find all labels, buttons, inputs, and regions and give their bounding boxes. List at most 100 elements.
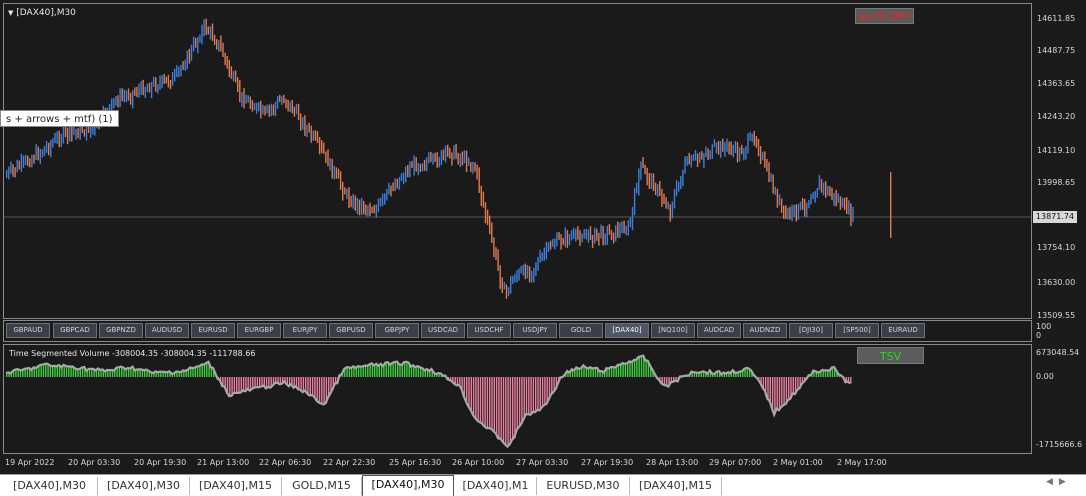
candle: [461, 151, 464, 166]
tsv-bar: [783, 377, 785, 406]
candle: [518, 268, 520, 281]
candle: [203, 19, 205, 37]
symbol-button[interactable]: GOLD: [559, 323, 603, 338]
candle: [167, 74, 170, 88]
symbol-button[interactable]: EURAUD: [881, 323, 925, 338]
chart-tab[interactable]: [DAX40],M30: [2, 477, 98, 495]
tsv-bar: [620, 364, 622, 377]
candle: [121, 88, 123, 102]
symbol-button[interactable]: [DAX40]: [605, 323, 649, 338]
symbol-button[interactable]: USDCAD: [421, 323, 465, 338]
candle: [352, 193, 354, 209]
price-chart-pane[interactable]: [3, 3, 1032, 319]
tsv-button[interactable]: TSV: [857, 347, 924, 364]
tsv-bar: [459, 377, 461, 385]
candle: [455, 144, 457, 159]
chart-tab[interactable]: [DAX40],M15: [190, 477, 282, 495]
symbol-button[interactable]: [DJI30]: [789, 323, 833, 338]
candle: [115, 96, 117, 106]
candle: [419, 163, 422, 173]
arrow-right-icon[interactable]: ▶: [1059, 477, 1072, 487]
tsv-bar: [118, 367, 121, 377]
candle: [31, 154, 33, 168]
candle: [831, 187, 833, 201]
tsv-bar: [500, 377, 502, 439]
chart-tab[interactable]: GOLD,M15: [282, 477, 362, 495]
candlestick-chart[interactable]: [4, 4, 1031, 318]
tsv-bar: [81, 367, 84, 377]
arrow-left-icon[interactable]: ◀: [1046, 477, 1059, 487]
symbol-button[interactable]: [NQ100]: [651, 323, 695, 338]
symbol-button[interactable]: AUDCAD: [697, 323, 741, 338]
symbol-button[interactable]: AUDNZD: [743, 323, 787, 338]
candle: [491, 222, 493, 243]
candle: [276, 96, 279, 109]
tsv-bar: [196, 366, 199, 377]
candle: [732, 144, 734, 158]
symbol-button[interactable]: GBPNZD: [99, 323, 143, 338]
symbol-button[interactable]: AUDUSD: [145, 323, 189, 338]
candle: [709, 150, 711, 160]
tsv-bar: [415, 367, 417, 377]
chart-title-text: [DAX40],M30: [16, 8, 76, 18]
tsv-bar: [406, 361, 408, 377]
candle: [119, 88, 121, 108]
tsv-bar: [316, 377, 318, 401]
candle: [373, 204, 375, 214]
candle: [770, 173, 772, 182]
candle: [684, 156, 686, 174]
candle: [474, 162, 476, 172]
chart-tab[interactable]: [DAX40],M15: [630, 477, 722, 495]
candle: [694, 150, 697, 161]
candle: [20, 153, 23, 172]
tsv-bar: [788, 377, 790, 400]
candle: [127, 88, 130, 101]
tsv-bar: [528, 377, 530, 415]
candle: [692, 154, 695, 161]
candle: [283, 94, 285, 104]
candle: [163, 74, 165, 84]
chart-tab[interactable]: [DAX40],M30: [362, 475, 454, 496]
symbol-button[interactable]: [SP500]: [835, 323, 879, 338]
candle: [249, 96, 251, 109]
candle: [62, 126, 65, 144]
candle: [358, 199, 361, 216]
symbol-button[interactable]: EURJPY: [283, 323, 327, 338]
tsv-bar: [52, 366, 54, 377]
candle: [394, 178, 396, 192]
symbol-button[interactable]: EURUSD: [191, 323, 235, 338]
tsv-bar: [636, 359, 638, 377]
symbol-button[interactable]: EURGBP: [237, 323, 281, 338]
tsv-bar: [539, 377, 541, 411]
candle: [308, 122, 310, 133]
symbol-button[interactable]: GBPAUD: [6, 323, 50, 338]
candle: [302, 117, 304, 130]
candle: [195, 37, 197, 48]
candle: [581, 233, 583, 243]
candle: [837, 193, 839, 203]
candle: [793, 204, 795, 218]
tab-nav: ◀▶: [1046, 477, 1072, 487]
candle: [155, 77, 157, 92]
tsv-bar: [535, 377, 537, 413]
candle: [430, 151, 432, 162]
tsv-bar: [472, 377, 475, 415]
tsv-bar: [468, 377, 470, 407]
chart-tab[interactable]: [DAX40],M30: [98, 477, 190, 495]
chart-tab[interactable]: EURUSD,M30: [537, 477, 630, 495]
candle: [35, 144, 37, 160]
symbol-button[interactable]: GBPCAD: [53, 323, 97, 338]
symbol-button[interactable]: GBPJPY: [375, 323, 419, 338]
symbol-button[interactable]: GBPUSD: [329, 323, 373, 338]
tsv-bar: [127, 368, 130, 377]
xu-hl-toggle-button[interactable]: xu hl OFF: [855, 8, 914, 24]
triangle-down-icon[interactable]: ▼: [8, 9, 13, 17]
candle: [10, 161, 12, 174]
candle: [827, 185, 829, 196]
tsv-bar: [594, 368, 597, 377]
candle: [54, 132, 56, 144]
tsv-bar: [247, 377, 249, 389]
chart-tab[interactable]: [DAX40],M1: [455, 477, 537, 495]
symbol-button[interactable]: USDCHF: [467, 323, 511, 338]
symbol-button[interactable]: USDJPY: [513, 323, 557, 338]
